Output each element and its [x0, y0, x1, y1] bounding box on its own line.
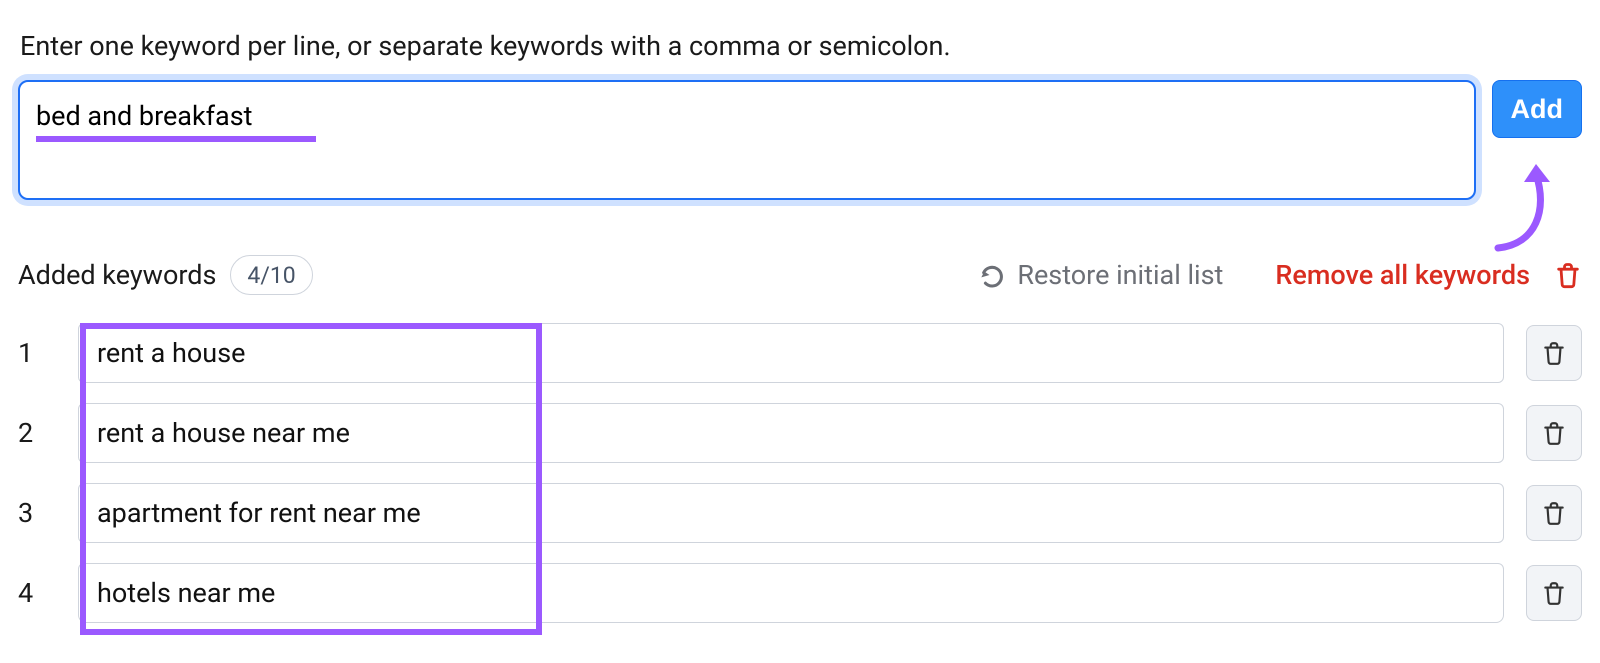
keyword-row: 2 [18, 393, 1582, 473]
keyword-index: 3 [18, 497, 56, 529]
delete-keyword-button[interactable] [1526, 485, 1582, 541]
keyword-field[interactable] [78, 403, 1504, 463]
added-keywords-count: 4/10 [230, 255, 312, 295]
restore-initial-list-button[interactable]: Restore initial list [979, 259, 1223, 291]
keyword-field[interactable] [78, 563, 1504, 623]
trash-icon [1541, 420, 1567, 446]
delete-keyword-button[interactable] [1526, 565, 1582, 621]
keyword-row: 1 [18, 313, 1582, 393]
delete-keyword-button[interactable] [1526, 325, 1582, 381]
keyword-textarea[interactable] [18, 80, 1476, 200]
keyword-textarea-wrap [18, 80, 1476, 207]
keyword-index: 1 [18, 337, 56, 369]
keyword-index: 2 [18, 417, 56, 449]
keyword-row: 3 [18, 473, 1582, 553]
keyword-input-row: Add [18, 80, 1582, 207]
keyword-index: 4 [18, 577, 56, 609]
trash-icon [1541, 580, 1567, 606]
trash-icon [1541, 340, 1567, 366]
add-button[interactable]: Add [1492, 80, 1582, 138]
delete-keyword-button[interactable] [1526, 405, 1582, 461]
keyword-field[interactable] [78, 323, 1504, 383]
undo-icon [979, 261, 1007, 289]
trash-icon [1541, 500, 1567, 526]
keyword-field[interactable] [78, 483, 1504, 543]
restore-initial-list-label: Restore initial list [1017, 259, 1223, 291]
keyword-row: 4 [18, 553, 1582, 633]
added-keywords-label: Added keywords [18, 259, 216, 291]
instruction-text: Enter one keyword per line, or separate … [20, 30, 1582, 62]
trash-icon[interactable] [1554, 260, 1582, 290]
remove-all-keywords-button[interactable]: Remove all keywords [1275, 259, 1530, 291]
keyword-list: 1 2 3 4 [18, 313, 1582, 633]
added-keywords-header: Added keywords 4/10 Restore initial list… [18, 255, 1582, 295]
